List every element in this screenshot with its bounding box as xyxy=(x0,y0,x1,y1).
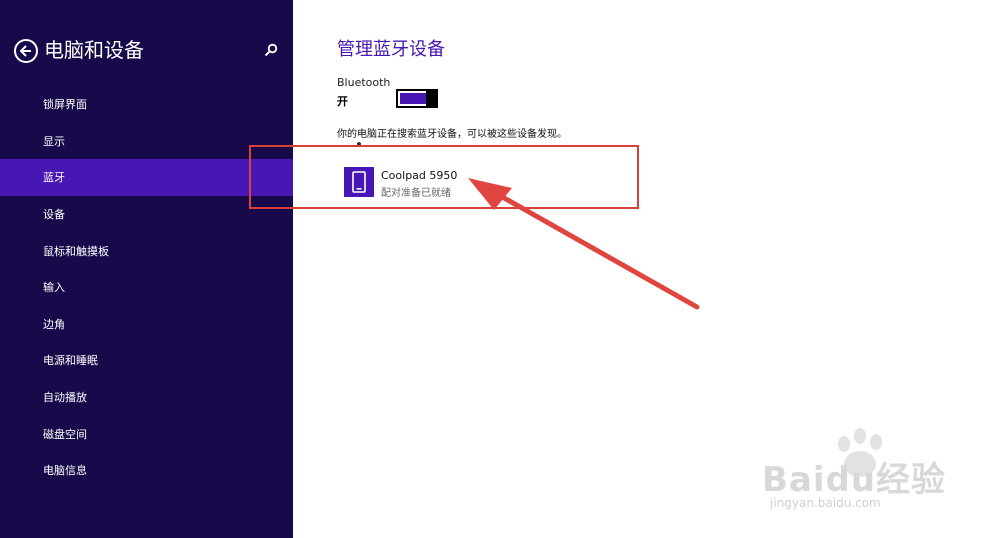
sidebar-item-mouse-touchpad[interactable]: 鼠标和触摸板 xyxy=(0,232,293,269)
sidebar-item-autoplay[interactable]: 自动播放 xyxy=(0,379,293,416)
watermark: Baidu经验 jingyan.baidu.com xyxy=(760,428,980,520)
search-button[interactable] xyxy=(264,42,280,58)
sidebar-item-label: 锁屏界面 xyxy=(43,98,87,112)
sidebar-item-pc-info[interactable]: 电脑信息 xyxy=(0,452,293,489)
sidebar-header: 电脑和设备 xyxy=(14,36,284,66)
toggle-fill xyxy=(400,93,427,104)
bluetooth-toggle[interactable] xyxy=(396,89,438,108)
sidebar-item-corners[interactable]: 边角 xyxy=(0,306,293,343)
annotation-arrow-icon xyxy=(468,178,700,310)
sidebar-item-label: 自动播放 xyxy=(43,391,87,405)
bluetooth-state: 开 xyxy=(337,95,348,108)
back-arrow-icon xyxy=(19,45,31,57)
sidebar-item-label: 输入 xyxy=(43,281,65,295)
page-title: 管理蓝牙设备 xyxy=(337,39,445,60)
watermark-brand: Baidu经验 xyxy=(762,460,947,500)
sidebar-item-label: 电源和睡眠 xyxy=(43,354,98,368)
toggle-thumb[interactable] xyxy=(426,89,436,108)
discovery-description: 你的电脑正在搜索蓝牙设备，可以被这些设备发现。 xyxy=(337,129,567,140)
sidebar-item-label: 磁盘空间 xyxy=(43,427,87,441)
back-button[interactable] xyxy=(14,39,38,63)
sidebar-item-label: 边角 xyxy=(43,317,65,331)
sidebar-item-label: 设备 xyxy=(43,208,65,222)
sidebar-item-disk-space[interactable]: 磁盘空间 xyxy=(0,415,293,452)
bluetooth-label: Bluetooth xyxy=(337,76,391,89)
sidebar-item-lock-screen[interactable]: 锁屏界面 xyxy=(0,86,293,123)
sidebar-item-label: 电脑信息 xyxy=(43,464,87,478)
sidebar-item-typing[interactable]: 输入 xyxy=(0,269,293,306)
sidebar-item-label: 蓝牙 xyxy=(43,171,65,185)
watermark-url: jingyan.baidu.com xyxy=(770,496,881,510)
sidebar-item-power-sleep[interactable]: 电源和睡眠 xyxy=(0,342,293,379)
sidebar-item-label: 鼠标和触摸板 xyxy=(43,244,109,258)
sidebar: 电脑和设备 锁屏界面 显示 蓝牙 设备 鼠标和触摸板 输入 边角 电源和睡眠 自… xyxy=(0,0,293,538)
sidebar-title: 电脑和设备 xyxy=(44,38,144,62)
sidebar-item-label: 显示 xyxy=(43,134,65,148)
search-icon xyxy=(264,43,278,57)
